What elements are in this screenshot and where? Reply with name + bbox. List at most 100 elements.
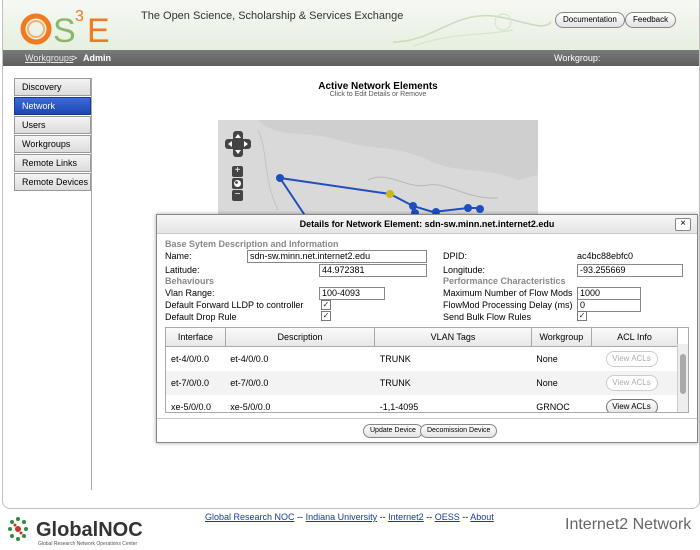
app-frame: S 3 E The Open Science, Scholarship & Se… bbox=[2, 0, 700, 509]
acl-cell: View ACLs bbox=[592, 347, 678, 372]
dialog-divider bbox=[157, 418, 697, 419]
lldp-label: Default Forward LLDP to controller bbox=[165, 300, 304, 310]
lldp-checkbox[interactable]: ✓ bbox=[321, 300, 331, 310]
dpid-label: DPID: bbox=[443, 251, 468, 261]
globalnoc-tagline: Global Research Network Operations Cente… bbox=[38, 541, 138, 547]
acl-cell: View ACLs bbox=[591, 371, 678, 395]
behaviours-heading: Behaviours bbox=[165, 276, 215, 286]
svg-text:3: 3 bbox=[75, 8, 84, 25]
map-zoom-out-icon[interactable]: − bbox=[232, 190, 243, 201]
feedback-button[interactable]: Feedback bbox=[625, 12, 677, 28]
footer-links: Global Research NOC -- Indiana Universit… bbox=[205, 512, 494, 522]
column-header-acl-info[interactable]: ACL Info bbox=[591, 328, 678, 347]
sidebar-item-remote-links[interactable]: Remote Links bbox=[14, 154, 91, 172]
os3e-logo: S 3 E bbox=[20, 8, 110, 48]
table-row: xe-5/0/0.0 xe-5/0/0.0 -1,1-4095 GRNOC Vi… bbox=[166, 395, 678, 412]
footer-link-internet2[interactable]: Internet2 bbox=[388, 512, 424, 522]
header: S 3 E The Open Science, Scholarship & Se… bbox=[3, 0, 699, 50]
map-node[interactable] bbox=[476, 205, 484, 213]
bulk-flow-label: Send Bulk Flow Rules bbox=[443, 312, 532, 322]
globalnoc-name: GlobalNOC bbox=[36, 519, 143, 541]
performance-heading: Performance Characteristics bbox=[443, 276, 566, 286]
sidebar-item-remote-devices[interactable]: Remote Devices bbox=[14, 173, 91, 191]
footer-link-grnoc[interactable]: Global Research NOC bbox=[205, 512, 295, 522]
name-field[interactable]: sdn-sw.minn.net.internet2.edu bbox=[247, 250, 427, 263]
network-element-dialog: Details for Network Element: sdn-sw.minn… bbox=[156, 214, 698, 443]
footer-separator: -- bbox=[462, 512, 469, 522]
table-row: et-4/0/0.0 et-4/0/0.0 TRUNK None View AC… bbox=[166, 347, 678, 372]
sidebar-item-users[interactable]: Users bbox=[14, 116, 91, 134]
longitude-label: Longitude: bbox=[443, 265, 486, 275]
interface-cell: et-7/0/0.0 bbox=[166, 371, 226, 395]
flowmod-delay-label: FlowMod Processing Delay (ms) bbox=[443, 300, 573, 310]
workgroup-cell: None bbox=[531, 371, 592, 395]
close-icon[interactable]: × bbox=[675, 218, 691, 231]
longitude-field[interactable]: -93.255669 bbox=[577, 264, 683, 277]
vlan-tags-cell: TRUNK bbox=[374, 371, 532, 395]
view-acls-button[interactable]: View ACLs bbox=[605, 375, 658, 391]
sidebar-item-network[interactable]: Network bbox=[14, 97, 91, 115]
description-cell: xe-5/0/0.0 bbox=[230, 402, 271, 412]
map-node-selected[interactable] bbox=[386, 190, 394, 198]
footer-separator: -- bbox=[379, 512, 386, 522]
decorative-swirl bbox=[393, 13, 552, 47]
breadcrumb-current: Admin bbox=[83, 53, 111, 63]
interface-cell: et-4/0/0.0 bbox=[171, 354, 210, 364]
network-map[interactable]: + − bbox=[218, 120, 538, 220]
sidebar-item-discovery[interactable]: Discovery bbox=[14, 78, 91, 96]
max-flow-mods-label: Maximum Number of Flow Mods bbox=[443, 288, 573, 298]
sidebar-item-label: Discovery bbox=[22, 82, 62, 92]
drop-rule-checkbox[interactable]: ✓ bbox=[321, 311, 331, 321]
update-device-button[interactable]: Update Device bbox=[363, 424, 423, 438]
table-row: et-7/0/0.0 et-7/0/0.0 TRUNK None View AC… bbox=[166, 371, 678, 395]
breadcrumb-workgroups-link[interactable]: Workgroups bbox=[25, 50, 73, 66]
latitude-field[interactable]: 44.972381 bbox=[319, 264, 427, 277]
view-acls-button[interactable]: View ACLs bbox=[605, 351, 658, 367]
vlan-range-label: Vlan Range: bbox=[165, 288, 215, 298]
vlan-range-field[interactable]: 100-4093 bbox=[319, 287, 385, 300]
workgroup-cell: None bbox=[536, 354, 558, 364]
scrollbar-thumb[interactable] bbox=[680, 354, 686, 394]
map-node[interactable] bbox=[276, 174, 284, 182]
sidebar-item-workgroups[interactable]: Workgroups bbox=[14, 135, 91, 153]
footer-link-iu[interactable]: Indiana University bbox=[306, 512, 378, 522]
vlan-tags-cell: -1,1-4095 bbox=[379, 402, 419, 412]
workgroup-cell: GRNOC bbox=[536, 402, 570, 412]
sidebar-item-label: Remote Devices bbox=[22, 177, 89, 187]
map-pan-control-icon[interactable] bbox=[225, 131, 251, 157]
dpid-value: ac4bc88ebfc0 bbox=[577, 251, 634, 261]
name-label: Name: bbox=[165, 251, 192, 261]
map-node[interactable] bbox=[409, 202, 417, 210]
map-world-icon[interactable] bbox=[232, 178, 243, 189]
column-header-interface[interactable]: Interface bbox=[166, 328, 226, 347]
column-header-workgroup[interactable]: Workgroup bbox=[531, 328, 593, 347]
page-subtitle: Click to Edit Details or Remove bbox=[329, 91, 427, 98]
drop-rule-label: Default Drop Rule bbox=[165, 312, 237, 322]
footer-link-oess[interactable]: OESS bbox=[435, 512, 460, 522]
column-header-description[interactable]: Description bbox=[225, 328, 376, 347]
site-title: The Open Science, Scholarship & Services… bbox=[141, 10, 404, 22]
interface-cell: xe-5/0/0.0 bbox=[171, 402, 212, 412]
table-scrollbar[interactable] bbox=[677, 344, 688, 412]
sidebar-item-label: Remote Links bbox=[22, 158, 78, 168]
vlan-tags-cell: TRUNK bbox=[379, 354, 411, 364]
sidebar-item-label: Users bbox=[22, 120, 46, 130]
description-cell: et-7/0/0.0 bbox=[225, 371, 375, 395]
globalnoc-logo: GlobalNOC Global Research Network Operat… bbox=[8, 517, 143, 547]
svg-text:S: S bbox=[53, 12, 76, 48]
view-acls-button[interactable]: View ACLs bbox=[605, 399, 658, 412]
sidebar-divider bbox=[91, 78, 92, 490]
decommission-device-button[interactable]: Decomission Device bbox=[420, 424, 498, 438]
sidebar-item-label: Workgroups bbox=[22, 139, 71, 149]
footer-link-about[interactable]: About bbox=[470, 512, 494, 522]
footer-separator: -- bbox=[297, 512, 304, 522]
acl-cell: View ACLs bbox=[592, 395, 678, 412]
sidebar-item-label: Network bbox=[22, 101, 56, 111]
bulk-flow-checkbox[interactable]: ✓ bbox=[577, 311, 587, 321]
column-header-vlan-tags[interactable]: VLAN Tags bbox=[374, 328, 532, 347]
documentation-button[interactable]: Documentation bbox=[555, 12, 625, 28]
map-zoom-in-icon[interactable]: + bbox=[232, 166, 243, 177]
map-node[interactable] bbox=[464, 204, 472, 212]
map-canvas bbox=[218, 120, 538, 220]
subnav-bar: Workgroups > Admin Workgroup: bbox=[3, 50, 699, 66]
